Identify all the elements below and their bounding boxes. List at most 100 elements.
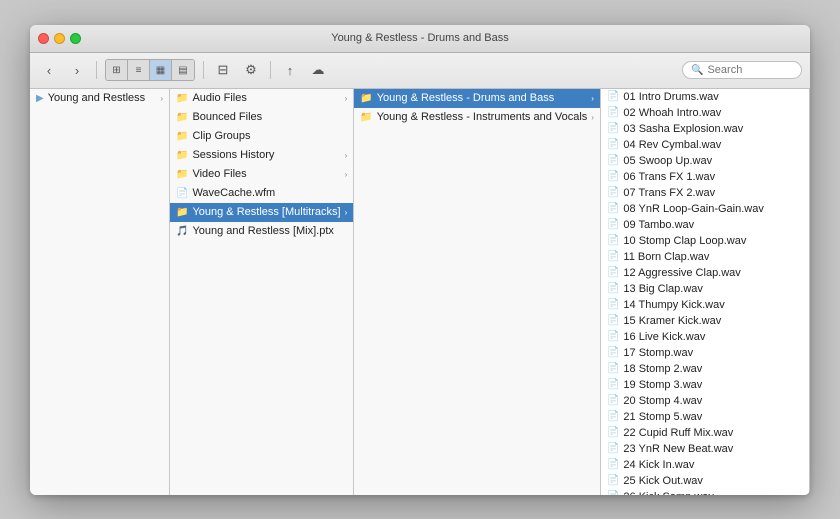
item-label: 14 Thumpy Kick.wav — [623, 299, 803, 311]
list-item[interactable]: 🎵 Young and Restless [Mix].ptx — [170, 222, 353, 241]
list-item[interactable]: 📄 26 Kick Samp.wav — [601, 489, 809, 495]
search-box[interactable]: 🔍 — [682, 61, 802, 79]
list-item[interactable]: 📄 25 Kick Out.wav — [601, 473, 809, 489]
list-item[interactable]: 📄 01 Intro Drums.wav — [601, 89, 809, 105]
item-label: Bounced Files — [192, 111, 347, 123]
share-button[interactable]: ↑ — [279, 59, 301, 81]
folder-icon: 📁 — [176, 93, 188, 104]
list-item[interactable]: 📄 WaveCache.wfm — [170, 184, 353, 203]
item-label: 19 Stomp 3.wav — [623, 379, 803, 391]
list-item[interactable]: 📄 12 Aggressive Clap.wav — [601, 265, 809, 281]
titlebar: Young & Restless - Drums and Bass — [30, 25, 810, 53]
arrow-icon: › — [591, 94, 594, 103]
item-label: 18 Stomp 2.wav — [623, 363, 803, 375]
list-item[interactable]: 📄 06 Trans FX 1.wav — [601, 169, 809, 185]
item-label: Sessions History — [192, 149, 340, 161]
folder-icon: 📁 — [360, 112, 372, 123]
item-label: Video Files — [192, 168, 340, 180]
list-item[interactable]: ▶ Young and Restless › — [30, 89, 169, 108]
item-label: 23 YnR New Beat.wav — [623, 443, 803, 455]
item-label: 25 Kick Out.wav — [623, 475, 803, 487]
list-item[interactable]: 📄 24 Kick In.wav — [601, 457, 809, 473]
list-item[interactable]: 📁 Young & Restless - Instruments and Voc… — [354, 108, 600, 127]
search-input[interactable] — [707, 64, 793, 76]
file-icon: 📄 — [607, 203, 619, 214]
list-item[interactable]: 📄 17 Stomp.wav — [601, 345, 809, 361]
item-label: 10 Stomp Clap Loop.wav — [623, 235, 803, 247]
finder-content: ▶ Young and Restless › 📁 Audio Files › 📁… — [30, 89, 810, 495]
item-label: 11 Born Clap.wav — [623, 251, 803, 263]
dropbox-button[interactable]: ☁ — [307, 59, 329, 81]
column-view-icon: ▦ — [156, 65, 165, 76]
arrow-icon: › — [345, 94, 348, 103]
list-item[interactable]: 📄 14 Thumpy Kick.wav — [601, 297, 809, 313]
list-item[interactable]: 📄 21 Stomp 5.wav — [601, 409, 809, 425]
list-item[interactable]: 📄 03 Sasha Explosion.wav — [601, 121, 809, 137]
forward-button[interactable]: › — [66, 59, 88, 81]
file-icon: 🎵 — [176, 226, 188, 237]
folder-icon: ▶ — [36, 93, 44, 104]
list-item[interactable]: 📄 02 Whoah Intro.wav — [601, 105, 809, 121]
list-item[interactable]: 📄 22 Cupid Ruff Mix.wav — [601, 425, 809, 441]
arrow-icon: › — [160, 94, 163, 103]
file-icon: 📄 — [607, 235, 619, 246]
list-item[interactable]: 📄 08 YnR Loop-Gain-Gain.wav — [601, 201, 809, 217]
list-item[interactable]: 📄 20 Stomp 4.wav — [601, 393, 809, 409]
list-item[interactable]: 📁 Video Files › — [170, 165, 353, 184]
view-column-button[interactable]: ▦ — [150, 60, 172, 80]
share-icon: ↑ — [287, 63, 294, 78]
list-item[interactable]: 📄 04 Rev Cymbal.wav — [601, 137, 809, 153]
list-item[interactable]: 📄 09 Tambo.wav — [601, 217, 809, 233]
item-label: 06 Trans FX 1.wav — [623, 171, 803, 183]
file-icon: 📄 — [607, 347, 619, 358]
item-label: Young & Restless - Instruments and Vocal… — [377, 111, 588, 123]
list-item[interactable]: 📄 23 YnR New Beat.wav — [601, 441, 809, 457]
list-item[interactable]: 📁 Audio Files › — [170, 89, 353, 108]
list-item[interactable]: 📄 10 Stomp Clap Loop.wav — [601, 233, 809, 249]
item-label: 05 Swoop Up.wav — [623, 155, 803, 167]
list-item[interactable]: 📄 13 Big Clap.wav — [601, 281, 809, 297]
item-label: 21 Stomp 5.wav — [623, 411, 803, 423]
file-icon: 📄 — [607, 459, 619, 470]
toolbar-divider-2 — [203, 61, 204, 79]
file-icon: 📄 — [607, 91, 619, 102]
list-item[interactable]: 📁 Sessions History › — [170, 146, 353, 165]
list-item[interactable]: 📄 18 Stomp 2.wav — [601, 361, 809, 377]
list-item[interactable]: 📁 Young & Restless [Multitracks] › — [170, 203, 353, 222]
dropbox-icon: ☁ — [312, 62, 325, 78]
view-icon-button[interactable]: ⊞ — [106, 60, 128, 80]
list-item[interactable]: 📁 Young & Restless - Drums and Bass › — [354, 89, 600, 108]
maximize-button[interactable] — [70, 33, 81, 44]
file-icon: 📄 — [607, 315, 619, 326]
list-item[interactable]: 📁 Clip Groups — [170, 127, 353, 146]
close-button[interactable] — [38, 33, 49, 44]
toolbar-divider-3 — [270, 61, 271, 79]
list-item[interactable]: 📄 07 Trans FX 2.wav — [601, 185, 809, 201]
minimize-button[interactable] — [54, 33, 65, 44]
view-list-button[interactable]: ≡ — [128, 60, 150, 80]
item-label: 13 Big Clap.wav — [623, 283, 803, 295]
item-label: Young and Restless [Mix].ptx — [192, 225, 347, 237]
item-label: Young and Restless — [48, 92, 157, 104]
back-icon: ‹ — [47, 63, 51, 78]
list-item[interactable]: 📄 16 Live Kick.wav — [601, 329, 809, 345]
list-item[interactable]: 📄 15 Kramer Kick.wav — [601, 313, 809, 329]
arrow-icon: › — [345, 208, 348, 217]
traffic-lights — [38, 33, 81, 44]
list-item[interactable]: 📄 05 Swoop Up.wav — [601, 153, 809, 169]
folder-icon: 📁 — [360, 93, 372, 104]
arrow-icon: › — [345, 151, 348, 160]
back-button[interactable]: ‹ — [38, 59, 60, 81]
item-label: 04 Rev Cymbal.wav — [623, 139, 803, 151]
icon-view-icon: ⊞ — [112, 65, 120, 76]
list-item[interactable]: 📄 11 Born Clap.wav — [601, 249, 809, 265]
file-icon: 📄 — [176, 188, 188, 199]
item-label: Young & Restless - Drums and Bass — [377, 92, 588, 104]
list-item[interactable]: 📄 19 Stomp 3.wav — [601, 377, 809, 393]
list-item[interactable]: 📁 Bounced Files — [170, 108, 353, 127]
file-icon: 📄 — [607, 475, 619, 486]
view-cover-button[interactable]: ▤ — [172, 60, 194, 80]
action-button[interactable]: ⚙ — [240, 59, 262, 81]
list-view-icon: ≡ — [136, 65, 142, 76]
arrange-button[interactable]: ⊟ — [212, 59, 234, 81]
